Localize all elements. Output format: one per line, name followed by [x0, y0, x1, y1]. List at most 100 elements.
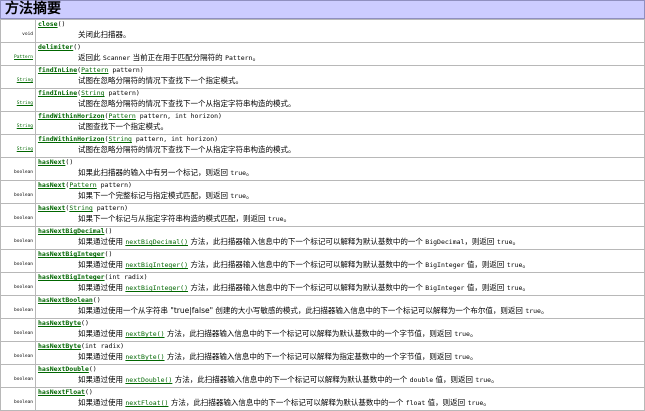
param-type-link[interactable]: Pattern: [69, 181, 96, 189]
return-type-link[interactable]: String: [17, 101, 33, 106]
method-signature: hasNextBoolean(): [38, 296, 644, 305]
method-summary: 试图在忽略分隔符的情况下查找下一个指定模式。: [38, 75, 644, 86]
method-name-link[interactable]: hasNextBoolean: [38, 296, 93, 304]
return-type: boolean: [14, 354, 33, 359]
method-name-link[interactable]: hasNextBigDecimal: [38, 227, 105, 235]
return-type-link[interactable]: Pattern: [14, 55, 33, 60]
summary-text: 如果通过使用: [78, 237, 126, 246]
summary-text: 如果通过使用: [78, 260, 126, 269]
method-description-cell: findInLine(String pattern) 试图在忽略分隔符的情况下查找…: [35, 88, 645, 112]
code-text: true: [496, 238, 513, 246]
summary-text: 方法，此扫描器输入信息中的下一个标记可以解释为默认基数中的一个: [188, 260, 426, 269]
param-type-link[interactable]: Pattern: [108, 112, 135, 120]
table-row: boolean hasNextByte(int radix) 如果通过使用 next…: [0, 341, 645, 365]
summary-text: 。: [540, 306, 549, 315]
summary-text: 方法，此扫描器输入信息中的下一个标记可以解释为默认基数中的一个: [172, 375, 410, 384]
summary-text: 试图在忽略分隔符的情况下查找下一个从指定字符串构造的模式。: [78, 99, 296, 108]
method-signature: delimiter(): [38, 43, 644, 52]
method-summary: 如果通过使用 nextByte() 方法，此扫描器输入信息中的下一个标记可以解释…: [38, 328, 644, 340]
code-text: true: [467, 399, 484, 407]
method-name-link[interactable]: hasNextBigInteger: [38, 273, 105, 281]
method-name-link[interactable]: hasNextDouble: [38, 365, 89, 373]
summary-text: 试图在忽略分隔符的情况下查找下一个从指定字符串构造的模式。: [78, 145, 296, 154]
method-reference-link[interactable]: nextByte(): [125, 353, 164, 361]
return-type-cell: boolean: [0, 180, 36, 204]
return-type-link[interactable]: String: [17, 124, 33, 129]
code-text: BigDecimal: [425, 238, 465, 246]
code-text: true: [454, 330, 470, 338]
table-row: boolean hasNextFloat() 如果通过使用 nextFloat() …: [0, 387, 645, 411]
param-type-link[interactable]: String: [108, 135, 131, 143]
method-signature: hasNext(Pattern pattern): [38, 181, 644, 190]
method-description-cell: hasNext(String pattern) 如果下一个标记与从指定字符串构造的…: [35, 203, 645, 227]
table-row: boolean hasNext() 如果此扫描器的输入中有另一个标记，则返回 tru…: [0, 157, 645, 181]
method-reference-link[interactable]: nextDouble(): [125, 376, 172, 384]
return-type-cell: void: [0, 19, 36, 43]
method-name-link[interactable]: hasNext: [38, 181, 65, 189]
method-reference-link[interactable]: nextFloat(): [125, 399, 168, 407]
method-reference-link[interactable]: nextBigInteger(): [125, 284, 188, 292]
method-description-cell: hasNextByte(int radix) 如果通过使用 nextByte() …: [35, 341, 645, 365]
method-summary: 试图查找下一个指定模式。: [38, 121, 644, 132]
summary-text: 如果下一个标记与从指定字符串构造的模式匹配，则返回: [78, 214, 268, 223]
return-type-link[interactable]: String: [17, 147, 33, 152]
method-description-cell: hasNextBigInteger() 如果通过使用 nextBigInteger…: [35, 249, 645, 273]
code-text: true: [230, 192, 247, 200]
method-name-link[interactable]: hasNextByte: [38, 319, 81, 327]
method-name-link[interactable]: delimiter: [38, 43, 73, 51]
summary-text: ，则返回: [464, 237, 497, 246]
method-signature: hasNextBigInteger(int radix): [38, 273, 644, 282]
table-row: Pattern delimiter() 返回此 Scanner 当前正在用于匹配分隔…: [0, 42, 645, 66]
return-type: boolean: [14, 239, 33, 244]
summary-text: 。: [246, 168, 254, 177]
method-signature: hasNextByte(): [38, 319, 644, 328]
param-text: pattern): [92, 204, 129, 212]
method-name-link[interactable]: hasNextByte: [38, 342, 81, 350]
code-text: Pattern: [225, 54, 253, 62]
code-text: double: [409, 376, 434, 384]
method-reference-link[interactable]: nextBigDecimal(): [125, 238, 188, 246]
section-title: 方法摘要: [0, 0, 645, 19]
method-signature: findWithinHorizon(Pattern pattern, int h…: [38, 112, 644, 121]
code-text: true: [506, 261, 523, 269]
summary-text: 。: [469, 329, 478, 338]
code-text: true: [525, 307, 541, 315]
table-row: boolean hasNextBigDecimal() 如果通过使用 nextBig…: [0, 226, 645, 250]
method-summary: 如果此扫描器的输入中有另一个标记，则返回 true。: [38, 167, 644, 179]
method-name-link[interactable]: hasNext: [38, 204, 65, 212]
method-signature: hasNextByte(int radix): [38, 342, 644, 351]
return-type-link[interactable]: String: [17, 78, 33, 83]
return-type: boolean: [14, 308, 33, 313]
method-name-link[interactable]: hasNextBigInteger: [38, 250, 105, 258]
method-name-link[interactable]: findWithinHorizon: [38, 135, 105, 143]
summary-text: 。: [491, 375, 499, 384]
method-name-link[interactable]: hasNextFloat: [38, 388, 85, 396]
method-summary: 如果通过使用 nextBigDecimal() 方法，此扫描器输入信息中的下一个…: [38, 236, 644, 248]
param-type-link[interactable]: String: [81, 89, 104, 97]
method-reference-link[interactable]: nextBigInteger(): [125, 261, 188, 269]
return-type: boolean: [14, 170, 33, 175]
summary-text: 。: [512, 237, 520, 246]
param-type-link[interactable]: Pattern: [81, 66, 108, 74]
summary-text: 如果通过使用: [78, 352, 126, 361]
summary-text: 如果通过使用: [78, 375, 126, 384]
method-summary: 如果通过使用 nextBigInteger() 方法，此扫描器输入信息中的下一个…: [38, 259, 644, 271]
method-summary: 如果下一个完整标记与指定模式匹配，则返回 true。: [38, 190, 644, 202]
param-type-link[interactable]: String: [69, 204, 92, 212]
method-signature: hasNextBigInteger(): [38, 250, 644, 259]
code-text: true: [454, 353, 470, 361]
param-text: pattern): [108, 66, 144, 74]
method-name-link[interactable]: close: [38, 20, 58, 28]
method-summary: 如果通过使用 nextBigInteger() 方法，此扫描器输入信息中的下一个…: [38, 282, 644, 294]
param-text: (): [57, 20, 66, 28]
return-type: boolean: [14, 262, 33, 267]
return-type-cell: String: [0, 111, 36, 135]
method-name-link[interactable]: hasNext: [38, 158, 65, 166]
return-type: boolean: [14, 193, 33, 198]
method-summary: 试图在忽略分隔符的情况下查找下一个从指定字符串构造的模式。: [38, 98, 644, 109]
summary-text: 方法，此扫描器输入信息中的下一个标记可以解释为指定基数中的一个字节值，则返回: [164, 352, 455, 361]
method-name-link[interactable]: findWithinHorizon: [38, 112, 105, 120]
method-name-link[interactable]: findInLine: [38, 89, 77, 97]
method-reference-link[interactable]: nextByte(): [125, 330, 164, 338]
method-name-link[interactable]: findInLine: [38, 66, 77, 74]
